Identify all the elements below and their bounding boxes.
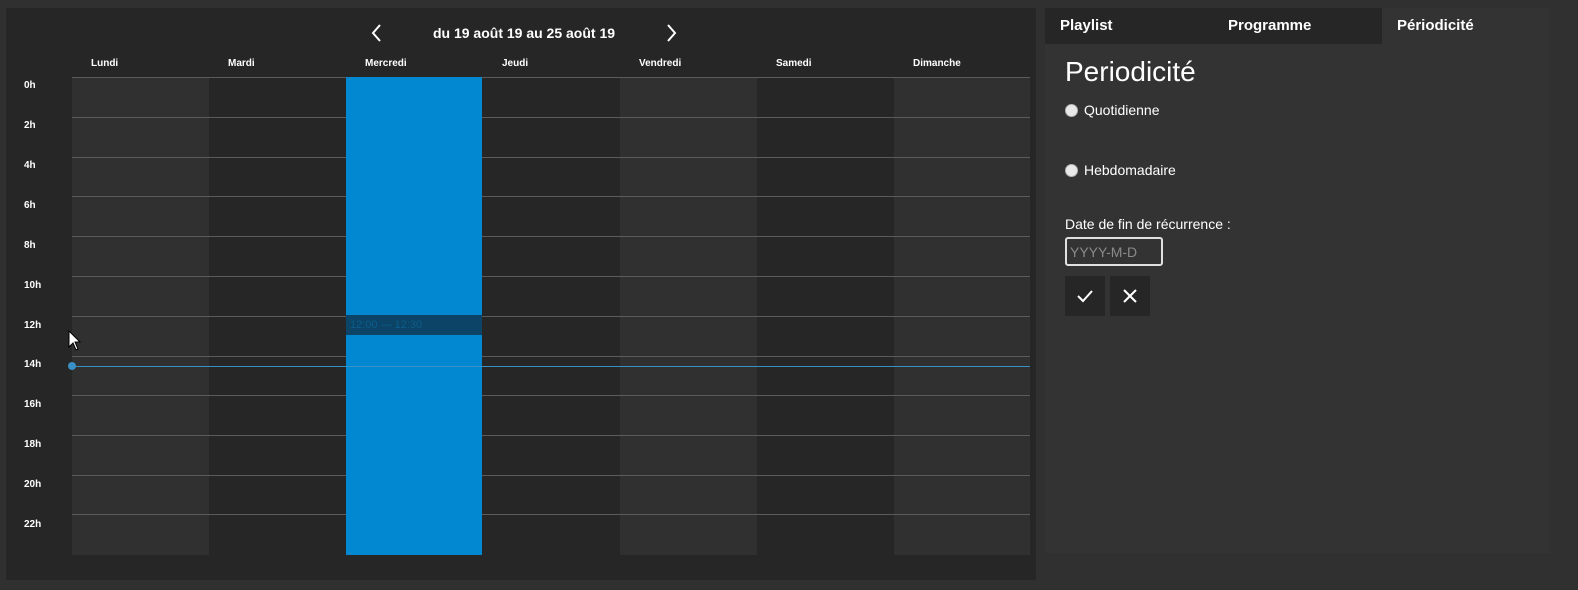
hour-gridline: [72, 356, 1030, 357]
panel-title: Periodicité: [1065, 56, 1196, 87]
chevron-left-icon: [371, 24, 381, 42]
side-panel: Playlist Programme Périodicité Periodici…: [1045, 8, 1550, 553]
page: du 19 août 19 au 25 août 19 Lundi Mardi …: [0, 0, 1578, 590]
day-header-wednesday: Mercredi: [365, 58, 407, 69]
end-date-label: Date de fin de récurrence :: [1065, 216, 1231, 232]
hour-gridline: [72, 316, 1030, 317]
day-header-friday: Vendredi: [639, 58, 682, 69]
event-block-wednesday[interactable]: [346, 335, 482, 555]
radio-label: Hebdomadaire: [1084, 162, 1176, 178]
day-header-thursday: Jeudi: [502, 58, 529, 69]
day-header-saturday: Samedi: [776, 58, 812, 69]
hour-gridline: [72, 77, 1030, 78]
confirm-button[interactable]: [1065, 276, 1105, 316]
calendar-grid[interactable]: 12:00 — 12:30: [72, 77, 1030, 555]
tab-programme[interactable]: Programme: [1213, 8, 1382, 44]
hour-label: 12h: [24, 320, 42, 331]
hour-label: 20h: [24, 479, 42, 490]
hour-label: 16h: [24, 399, 42, 410]
hour-gridline: [72, 475, 1030, 476]
hour-gridline: [72, 117, 1030, 118]
check-icon: [1077, 290, 1093, 303]
hour-gridline: [72, 276, 1030, 277]
current-time-dot: [68, 362, 76, 370]
next-week-button[interactable]: [658, 20, 684, 46]
hour-label: 6h: [24, 200, 36, 211]
hour-labels: 0h 2h 4h 6h 8h 10h 12h 14h 16h 18h 20h 2…: [6, 77, 66, 555]
day-header-monday: Lundi: [91, 58, 119, 69]
tab-playlist[interactable]: Playlist: [1045, 8, 1213, 44]
chevron-right-icon: [667, 24, 677, 42]
hour-label: 18h: [24, 439, 42, 450]
tab-periodicite[interactable]: Périodicité: [1382, 8, 1550, 44]
hour-label: 4h: [24, 160, 36, 171]
hour-gridline: [72, 196, 1030, 197]
hour-label: 2h: [24, 120, 36, 131]
mouse-cursor-icon: [68, 330, 82, 351]
event-block-wednesday[interactable]: [346, 77, 482, 315]
selected-time-slot[interactable]: 12:00 — 12:30: [346, 315, 482, 335]
hour-label: 0h: [24, 80, 36, 91]
radio-button[interactable]: [1065, 103, 1078, 117]
previous-week-button[interactable]: [364, 20, 390, 46]
week-range-label: du 19 août 19 au 25 août 19: [432, 25, 616, 41]
day-header-sunday: Dimanche: [913, 58, 961, 69]
close-icon: [1123, 289, 1137, 303]
cancel-button[interactable]: [1110, 276, 1150, 316]
day-header-tuesday: Mardi: [228, 58, 255, 69]
hour-label: 8h: [24, 240, 36, 251]
hour-gridline: [72, 157, 1030, 158]
hour-gridline: [72, 435, 1030, 436]
radio-option-quotidienne[interactable]: Quotidienne: [1065, 100, 1160, 120]
hour-gridline: [72, 395, 1030, 396]
radio-label: Quotidienne: [1084, 102, 1160, 118]
tab-bar: Playlist Programme Périodicité: [1045, 8, 1550, 44]
hour-label: 14h: [24, 359, 42, 370]
current-time-line: [72, 366, 1030, 367]
hour-gridline: [72, 514, 1030, 515]
radio-button[interactable]: [1065, 163, 1078, 177]
hour-label: 22h: [24, 519, 42, 530]
hour-label: 10h: [24, 280, 42, 291]
hour-gridline: [72, 236, 1030, 237]
week-calendar: du 19 août 19 au 25 août 19 Lundi Mardi …: [6, 8, 1036, 580]
week-navigation: du 19 août 19 au 25 août 19: [6, 20, 1036, 46]
end-date-input[interactable]: [1065, 237, 1163, 266]
day-headers: Lundi Mardi Mercredi Jeudi Vendredi Same…: [72, 58, 1030, 74]
radio-option-hebdomadaire[interactable]: Hebdomadaire: [1065, 160, 1176, 180]
